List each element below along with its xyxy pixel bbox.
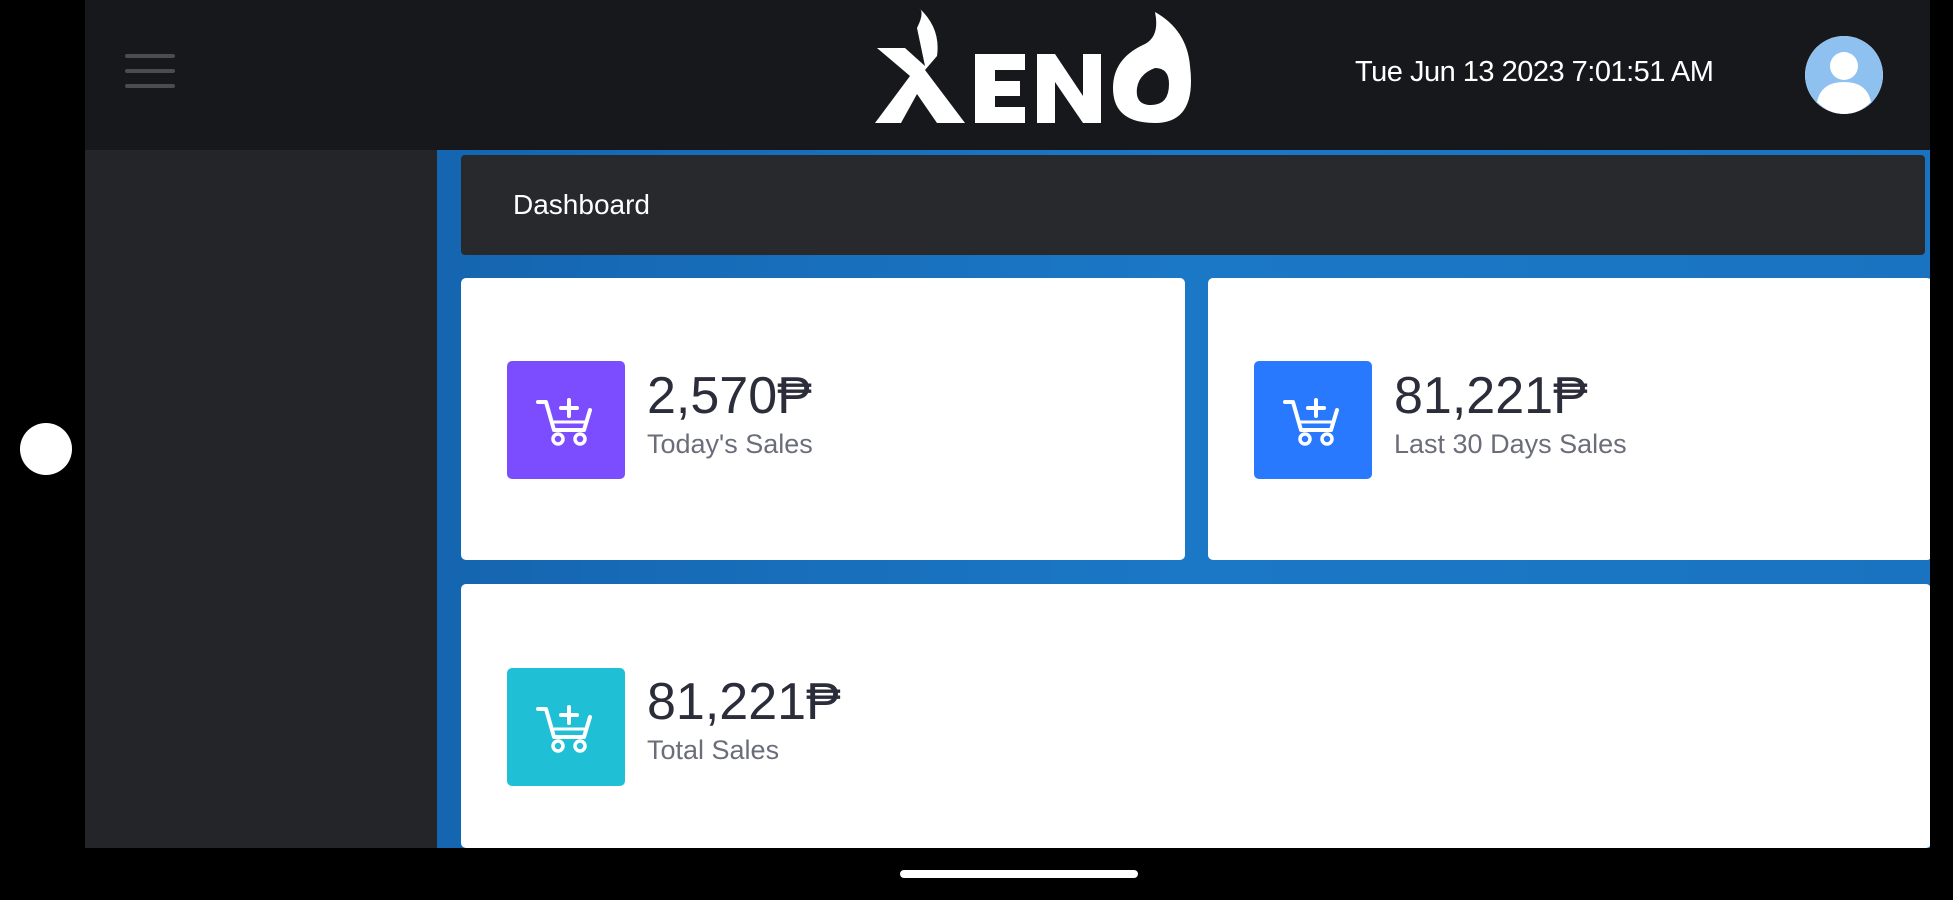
todays-sales-label: Today's Sales xyxy=(647,429,813,459)
total-sales-value: 81,221₱ xyxy=(647,673,841,731)
todays-sales-card: 2,570₱ Today's Sales xyxy=(461,278,1185,560)
total-sales-card: 81,221₱ Total Sales xyxy=(461,584,1930,848)
device-frame: Tue Jun 13 2023 7:01:51 AM Dashboard 2,5… xyxy=(0,0,1953,900)
cart-plus-icon xyxy=(507,361,625,479)
cart-plus-icon xyxy=(1254,361,1372,479)
sidebar xyxy=(85,150,437,848)
top-navbar: Tue Jun 13 2023 7:01:51 AM xyxy=(85,0,1930,150)
last-30-days-sales-label: Last 30 Days Sales xyxy=(1394,429,1627,459)
main-content: Dashboard 2,570₱ Today's Sales 81,221₱ L… xyxy=(437,150,1930,848)
current-datetime: Tue Jun 13 2023 7:01:51 AM xyxy=(1355,56,1714,88)
home-indicator[interactable] xyxy=(900,870,1138,878)
last-30-days-sales-value: 81,221₱ xyxy=(1394,367,1588,425)
todays-sales-value: 2,570₱ xyxy=(647,367,812,425)
user-avatar-icon[interactable] xyxy=(1805,36,1883,114)
cart-plus-icon xyxy=(507,668,625,786)
page-title: Dashboard xyxy=(513,189,650,220)
app-screen: Tue Jun 13 2023 7:01:51 AM Dashboard 2,5… xyxy=(85,0,1930,848)
xeno-logo xyxy=(855,8,1195,133)
total-sales-label: Total Sales xyxy=(647,735,780,765)
hamburger-menu-icon[interactable] xyxy=(125,50,175,92)
last-30-days-sales-card: 81,221₱ Last 30 Days Sales xyxy=(1208,278,1930,560)
front-camera xyxy=(20,423,72,475)
page-header: Dashboard xyxy=(461,155,1925,255)
